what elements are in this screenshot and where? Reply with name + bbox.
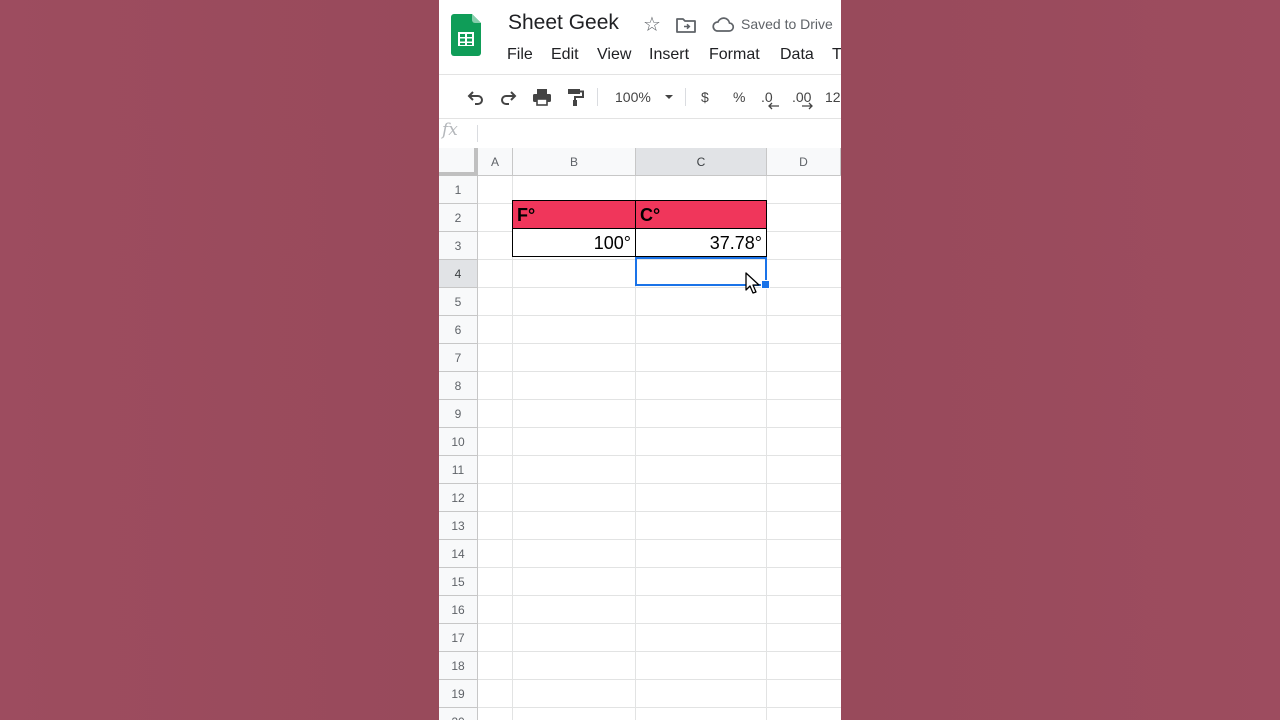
formula-divider — [477, 125, 478, 142]
column-header-a[interactable]: A — [478, 148, 513, 176]
gridline — [478, 679, 841, 680]
gridline — [478, 707, 841, 708]
row-header-2[interactable]: 2 — [439, 204, 478, 232]
print-icon[interactable] — [531, 86, 553, 108]
gridline — [478, 343, 841, 344]
format-percent-button[interactable]: % — [733, 86, 745, 108]
row-header-8[interactable]: 8 — [439, 372, 478, 400]
column-header-b[interactable]: B — [513, 148, 636, 176]
formula-input[interactable] — [483, 122, 835, 144]
gridline — [478, 651, 841, 652]
gridline — [478, 287, 841, 288]
undo-icon[interactable] — [464, 86, 486, 108]
decrease-decimal-button[interactable]: .0 — [761, 86, 779, 110]
gridline — [478, 371, 841, 372]
menu-data[interactable]: Data — [780, 46, 814, 64]
menu-view[interactable]: View — [597, 46, 631, 64]
increase-decimal-button[interactable]: .00 — [792, 86, 813, 110]
column-header-d[interactable]: D — [767, 148, 841, 176]
row-header-3[interactable]: 3 — [439, 232, 478, 260]
row-header-19[interactable]: 19 — [439, 680, 478, 708]
toolbar-divider — [685, 88, 686, 106]
row-header-10[interactable]: 10 — [439, 428, 478, 456]
row-header-14[interactable]: 14 — [439, 540, 478, 568]
gridline — [478, 511, 841, 512]
column-header-c[interactable]: C — [636, 148, 767, 176]
select-all-corner[interactable] — [439, 148, 478, 176]
row-header-7[interactable]: 7 — [439, 344, 478, 372]
cell-c3[interactable]: 37.78° — [635, 228, 767, 257]
fx-icon: fx — [442, 120, 458, 140]
gridline — [478, 623, 841, 624]
row-header-13[interactable]: 13 — [439, 512, 478, 540]
row-header-18[interactable]: 18 — [439, 652, 478, 680]
menu-edit[interactable]: Edit — [551, 46, 579, 64]
gridline — [478, 483, 841, 484]
paint-format-icon[interactable] — [565, 86, 587, 108]
sheets-window: Sheet Geek ☆ Saved to Drive File Edit Vi… — [439, 0, 841, 720]
menu-format[interactable]: Format — [709, 46, 760, 64]
format-currency-button[interactable]: $ — [701, 86, 709, 108]
gridline — [478, 595, 841, 596]
spreadsheet-grid: A B C D 1 2 3 4 5 6 7 8 9 10 11 12 13 14… — [439, 148, 841, 720]
toolbar-divider-line — [439, 118, 841, 119]
right-backdrop — [841, 0, 1280, 720]
row-header-9[interactable]: 9 — [439, 400, 478, 428]
cell-b3[interactable]: 100° — [512, 228, 636, 257]
menu-insert[interactable]: Insert — [649, 46, 689, 64]
cloud-saved-icon[interactable] — [711, 14, 735, 36]
row-header-1[interactable]: 1 — [439, 176, 478, 204]
row-header-4[interactable]: 4 — [439, 260, 478, 288]
gridline — [478, 399, 841, 400]
chevron-down-icon[interactable] — [663, 86, 675, 108]
gridline — [478, 567, 841, 568]
cell-b2[interactable]: F° — [512, 200, 636, 229]
gridline — [478, 427, 841, 428]
menu-bar: File Edit View Insert Format Data T — [439, 44, 841, 68]
zoom-select[interactable]: 100% — [615, 86, 651, 108]
menu-file[interactable]: File — [507, 46, 533, 64]
redo-icon[interactable] — [498, 86, 520, 108]
save-status[interactable]: Saved to Drive — [741, 16, 833, 32]
toolbar-divider — [597, 88, 598, 106]
menu-tools[interactable]: T — [832, 46, 841, 64]
more-formats-button[interactable]: 12 — [825, 86, 841, 108]
row-header-6[interactable]: 6 — [439, 316, 478, 344]
row-header-17[interactable]: 17 — [439, 624, 478, 652]
star-icon[interactable]: ☆ — [641, 14, 663, 36]
gridline — [512, 176, 513, 720]
row-header-15[interactable]: 15 — [439, 568, 478, 596]
row-header-11[interactable]: 11 — [439, 456, 478, 484]
left-backdrop — [0, 0, 439, 720]
row-header-20[interactable]: 20 — [439, 708, 478, 720]
zoom-value: 100% — [615, 89, 651, 105]
row-header-12[interactable]: 12 — [439, 484, 478, 512]
gridline — [478, 539, 841, 540]
fill-handle[interactable] — [761, 280, 770, 289]
row-header-16[interactable]: 16 — [439, 596, 478, 624]
gridline — [478, 455, 841, 456]
gridline — [478, 315, 841, 316]
document-title[interactable]: Sheet Geek — [508, 11, 619, 35]
header-divider — [439, 74, 841, 75]
mouse-pointer-icon — [745, 272, 761, 301]
row-header-5[interactable]: 5 — [439, 288, 478, 316]
cell-c2[interactable]: C° — [635, 200, 767, 229]
move-to-folder-icon[interactable] — [675, 14, 697, 36]
